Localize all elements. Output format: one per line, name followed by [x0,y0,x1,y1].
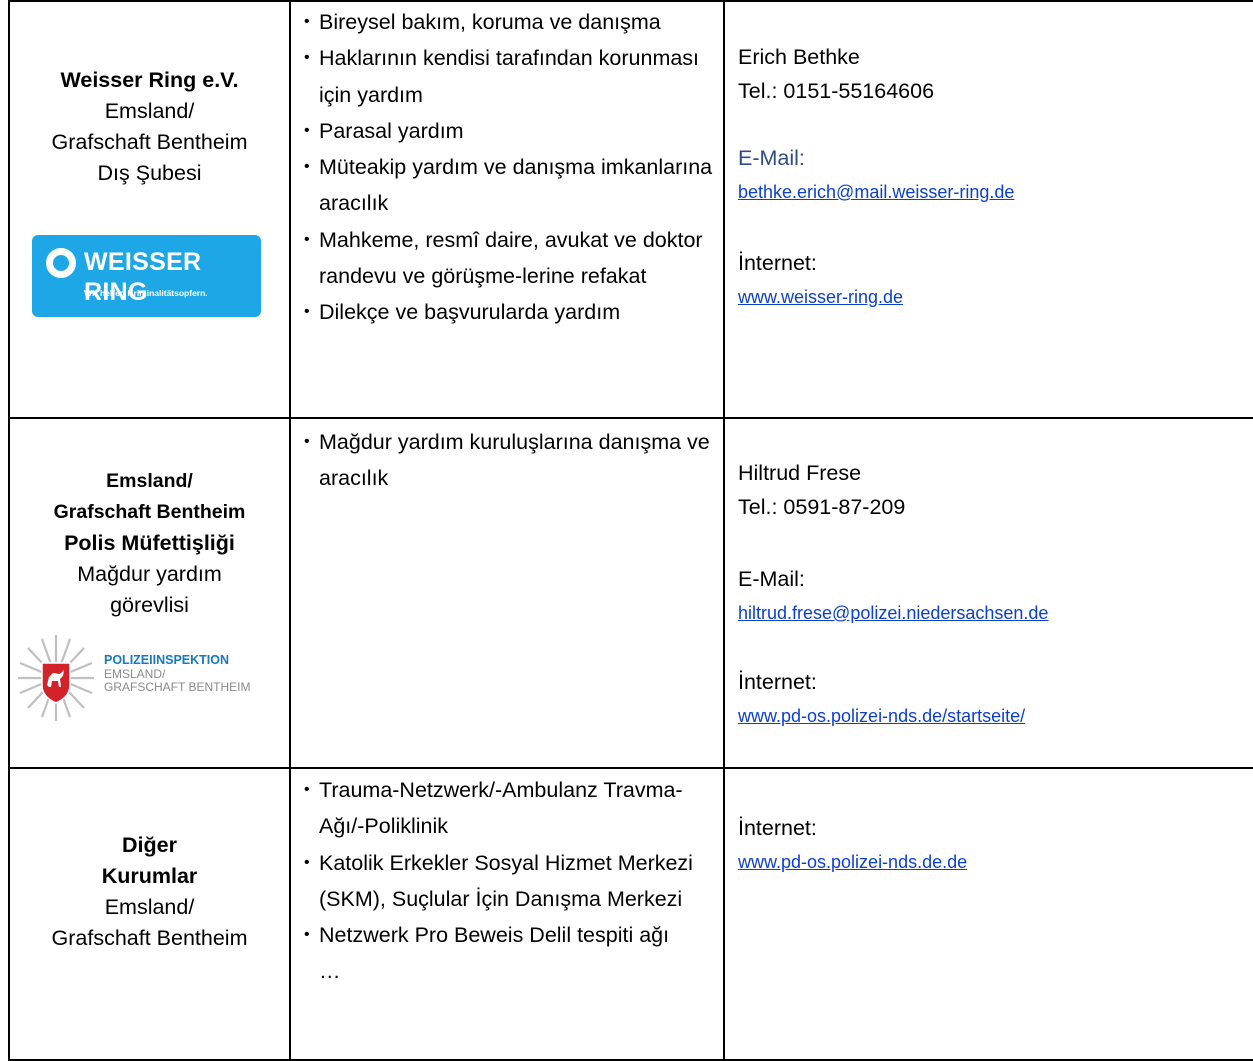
org-region: Emsland/ [104,99,195,123]
email-label: E-Mail: [738,567,805,591]
org-cell-police: Emsland/ Grafschaft Bentheim Polis Müfet… [10,466,289,621]
org-cell-other: Diğer Kurumlar Emsland/ Grafschaft Benth… [10,830,289,954]
service-item: Mağdur yardım kuruluşlarına danışma ve a… [293,424,721,497]
org-cell-weisser-ring: Weisser Ring e.V. Emsland/ Grafschaft Be… [10,65,289,189]
police-logo-line: POLIZEIINSPEKTION [104,653,230,667]
service-item: Müteakip yardım ve danışma imkanlarına a… [293,149,721,222]
service-item: Trauma-Netzwerk/-Ambulanz Travma-Ağı/-Po… [293,772,721,845]
internet-label: İnternet: [738,251,817,275]
contact-cell-weisser-ring: Erich Bethke Tel.: 0151-55164606 E-Mail:… [738,40,1248,314]
services-cell-weisser-ring: Bireysel bakım, koruma ve danışma Haklar… [293,4,721,331]
contact-person: Hiltrud Frese [738,461,862,485]
org-name: Weisser Ring e.V. [60,68,239,92]
police-logo: POLIZEIINSPEKTION EMSLAND/ GRAFSCHAFT BE… [16,633,281,723]
email-link[interactable]: bethke.erich@mail.weisser-ring.de [738,175,1248,209]
org-role: görevlisi [110,593,189,617]
police-logo-line: GRAFSCHAFT BENTHEIM [104,680,251,694]
service-item: Haklarının kendisi tarafından korunması … [293,40,721,113]
column-divider-2 [723,0,725,1059]
service-item: Parasal yardım [293,113,721,150]
services-cell-other: Trauma-Netzwerk/-Ambulanz Travma-Ağı/-Po… [293,772,721,990]
website-link[interactable]: www.pd-os.polizei-nds.de/startseite/ [738,699,1248,733]
org-region: Emsland/ [104,895,195,919]
org-name: Emsland/ [106,470,193,492]
service-item: Netzwerk Pro Beweis Delil tespiti ağı [293,917,721,954]
services-cell-police: Mağdur yardım kuruluşlarına danışma ve a… [293,424,721,497]
ring-icon [46,248,76,278]
email-link[interactable]: hiltrud.frese@polizei.niedersachsen.de [738,596,1248,630]
row-divider-1 [8,417,1253,419]
service-item: Katolik Erkekler Sosyal Hizmet Merkezi (… [293,845,721,918]
org-role: Mağdur yardım [77,562,222,586]
contact-cell-other: İnternet: www.pd-os.polizei-nds.de.de [738,811,1248,879]
org-name: Kurumlar [101,864,198,888]
internet-label: İnternet: [738,816,817,840]
row-divider-2 [8,767,1253,769]
contacts-table: Weisser Ring e.V. Emsland/ Grafschaft Be… [0,0,1253,1061]
police-star-icon [18,635,94,721]
service-item: Mahkeme, resmî daire, avukat ve doktor r… [293,222,721,295]
internet-label: İnternet: [738,670,817,694]
contact-person: Erich Bethke [738,45,860,69]
table-border-top [8,0,1253,2]
org-name: Diğer [122,833,177,857]
org-branch: Dış Şubesi [97,161,202,185]
logo-tagline: Wir helfen Kriminalitätsopfern. [84,288,208,298]
more-services-ellipsis: … [319,959,341,984]
org-name: Grafschaft Bentheim [53,501,246,523]
contact-cell-police: Hiltrud Frese Tel.: 0591-87-209 E-Mail: … [738,456,1248,733]
service-item: Bireysel bakım, koruma ve danışma [293,4,721,41]
org-region: Grafschaft Bentheim [51,130,248,154]
weisser-ring-logo: WEISSER RING Wir helfen Kriminalitätsopf… [32,235,261,317]
service-item: Dilekçe ve başvurularda yardım [293,294,721,331]
contact-phone: Tel.: 0591-87-209 [738,495,906,519]
website-link[interactable]: www.pd-os.polizei-nds.de.de [738,845,1248,879]
website-link[interactable]: www.weisser-ring.de [738,280,1248,314]
contact-phone: Tel.: 0151-55164606 [738,79,935,103]
column-divider-1 [289,0,291,1059]
org-region: Grafschaft Bentheim [51,926,248,950]
org-name: Polis Müfettişliği [64,531,235,555]
email-label: E-Mail: [738,146,805,170]
